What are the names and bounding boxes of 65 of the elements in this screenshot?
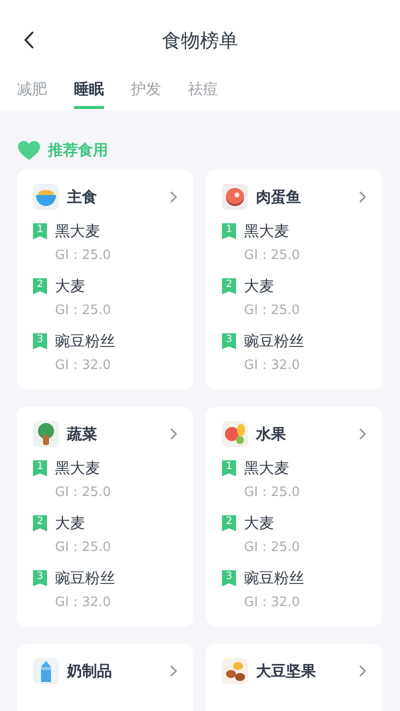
- heart-icon: [18, 140, 40, 160]
- category-name: 主食: [67, 186, 98, 208]
- rank-badge: 1: [33, 223, 47, 240]
- gi-value: GI：25.0: [243, 302, 301, 320]
- rank-badge: 2: [222, 278, 236, 294]
- category-name: 肉蛋鱼: [256, 186, 302, 208]
- food-name: 豌豆粉丝: [244, 568, 304, 589]
- tab[interactable]: 睡眠: [74, 80, 104, 108]
- food-name: 大麦: [55, 513, 85, 534]
- rank-badge: 3: [222, 333, 236, 350]
- food-name: 黑大麦: [244, 458, 289, 479]
- chevron-right-icon: [170, 191, 177, 203]
- food-name: 豌豆粉丝: [244, 331, 304, 352]
- rank-badge: 1: [222, 223, 236, 240]
- food-name: 豌豆粉丝: [55, 331, 115, 352]
- milk-carton-icon: [33, 658, 59, 684]
- category-card[interactable]: 肉蛋鱼 1 黑大麦 GI：25.0 2 大麦 GI：25.0 3 豌豆粉丝 GI：32.0: [206, 170, 382, 389]
- food-name: 黑大麦: [55, 221, 100, 242]
- gi-value: GI：25.0: [54, 302, 112, 320]
- food-name: 大麦: [55, 276, 85, 297]
- food-name: 黑大麦: [55, 458, 100, 479]
- category-card[interactable]: 水果 1 黑大麦 GI：25.0 2 大麦 GI：25.0 3 豌豆粉丝 GI：32.0: [206, 407, 382, 626]
- gi-value: GI：32.0: [54, 594, 112, 612]
- bowl-icon: [33, 184, 59, 210]
- gi-value: GI：32.0: [243, 594, 301, 612]
- gi-value: GI：25.0: [243, 484, 301, 502]
- gi-value: GI：25.0: [54, 246, 112, 264]
- food-name: 黑大麦: [244, 221, 289, 242]
- chevron-right-icon: [170, 665, 177, 677]
- gi-value: GI：25.0: [54, 484, 112, 502]
- back-icon[interactable]: [24, 31, 34, 49]
- category-card[interactable]: 大豆坚果: [206, 644, 382, 711]
- category-name: 水果: [256, 424, 287, 445]
- category-card[interactable]: 主食 1 黑大麦 GI：25.0 2 大麦 GI：25.0 3 豌豆粉丝 GI：32.0: [17, 170, 193, 389]
- section-title: 推荐食用: [48, 140, 108, 161]
- gi-value: GI：25.0: [243, 246, 301, 264]
- rank-badge: 2: [33, 515, 47, 532]
- chevron-right-icon: [359, 191, 366, 203]
- category-name: 蔬菜: [67, 424, 98, 445]
- chevron-right-icon: [170, 428, 177, 440]
- category-card[interactable]: 奶制品: [17, 644, 193, 711]
- rank-badge: 2: [222, 515, 236, 532]
- food-name: 大麦: [244, 513, 274, 534]
- food-name: 豌豆粉丝: [55, 568, 115, 589]
- rank-badge: 2: [33, 278, 47, 294]
- category-name: 奶制品: [67, 660, 113, 682]
- rank-badge: 1: [222, 460, 236, 476]
- fruit-icon: [222, 421, 248, 447]
- category-card[interactable]: 蔬菜 1 黑大麦 GI：25.0 2 大麦 GI：25.0 3 豌豆粉丝 GI：32.0: [17, 407, 193, 626]
- steak-icon: [222, 184, 248, 210]
- category-name: 大豆坚果: [256, 660, 317, 682]
- gi-value: GI：25.0: [54, 538, 112, 556]
- gi-value: GI：32.0: [243, 356, 301, 374]
- rank-badge: 3: [33, 570, 47, 586]
- chevron-right-icon: [359, 428, 366, 440]
- page-title: 食物榜单: [162, 30, 238, 52]
- rank-badge: 3: [222, 570, 236, 586]
- nuts-icon: [222, 658, 248, 684]
- chevron-right-icon: [359, 665, 366, 677]
- rank-badge: 3: [33, 333, 47, 350]
- gi-value: GI：32.0: [54, 356, 112, 374]
- rank-badge: 1: [33, 460, 47, 476]
- broccoli-icon: [33, 421, 59, 447]
- food-name: 大麦: [244, 276, 274, 297]
- gi-value: GI：25.0: [243, 538, 301, 556]
